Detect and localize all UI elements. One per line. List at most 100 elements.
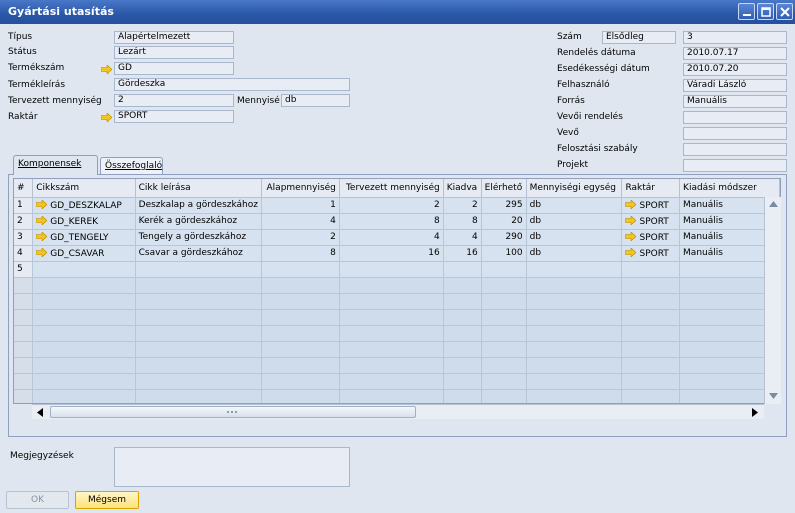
- mennyisegi-egyseg-field[interactable]: db: [281, 94, 350, 107]
- link-arrow-icon[interactable]: [101, 113, 112, 122]
- kiadva-cell[interactable]: [443, 261, 482, 278]
- vevo-field[interactable]: [683, 127, 787, 140]
- column-header-alapmennyiseg[interactable]: Alapmennyiség: [261, 179, 340, 198]
- ok-button[interactable]: OK: [6, 491, 69, 509]
- cikkszam-cell[interactable]: GD_TENGELY: [32, 229, 136, 246]
- tervezett-cell[interactable]: [339, 261, 444, 278]
- column-header-num[interactable]: #: [14, 179, 34, 198]
- link-arrow-icon[interactable]: [101, 65, 112, 74]
- forras-field[interactable]: Manuális: [683, 95, 787, 108]
- column-header-kiadva[interactable]: Kiadva: [443, 179, 482, 198]
- esedekessegi-datum-field[interactable]: 2010.07.20: [683, 63, 787, 76]
- link-arrow-icon[interactable]: [625, 231, 637, 241]
- elerheto-cell[interactable]: 295: [481, 197, 527, 214]
- tab-osszefoglalo[interactable]: Összefoglaló: [100, 157, 163, 175]
- egyseg-cell[interactable]: db: [526, 197, 623, 214]
- egyseg-cell[interactable]: db: [526, 213, 623, 230]
- tab-komponensek[interactable]: Komponensek: [13, 155, 98, 175]
- cikkszam-cell[interactable]: GD_KEREK: [32, 213, 136, 230]
- row-number[interactable]: 4: [14, 245, 34, 262]
- kiadva-cell[interactable]: 4: [443, 229, 482, 246]
- tervezett-cell[interactable]: 8: [339, 213, 444, 230]
- raktar-cell[interactable]: SPORT: [621, 197, 681, 214]
- termekszam-field[interactable]: GD: [114, 62, 234, 75]
- alapmennyiseg-cell[interactable]: [261, 261, 340, 278]
- szam-field[interactable]: 3: [683, 31, 787, 44]
- tervezett-cell[interactable]: 2: [339, 197, 444, 214]
- column-header-elerheto[interactable]: Elérhető: [481, 179, 527, 198]
- egyseg-cell[interactable]: db: [526, 229, 623, 246]
- table-row-empty[interactable]: [14, 341, 780, 358]
- felosztasi-szabaly-field[interactable]: [683, 143, 787, 156]
- raktar-cell[interactable]: SPORT: [621, 245, 681, 262]
- scroll-up-icon[interactable]: [769, 201, 778, 207]
- status-field[interactable]: Lezárt: [114, 46, 234, 59]
- alapmennyiseg-cell[interactable]: 4: [261, 213, 340, 230]
- tervezett-mennyiseg-field[interactable]: 2: [114, 94, 234, 107]
- row-number[interactable]: 1: [14, 197, 34, 214]
- cancel-button[interactable]: Mégsem: [75, 491, 139, 509]
- tervezett-cell[interactable]: 16: [339, 245, 444, 262]
- link-arrow-icon[interactable]: [625, 247, 637, 257]
- leiras-cell[interactable]: Kerék a gördeszkához: [135, 213, 262, 230]
- elerheto-cell[interactable]: 290: [481, 229, 527, 246]
- scroll-right-icon[interactable]: [752, 408, 758, 417]
- tervezett-cell[interactable]: 4: [339, 229, 444, 246]
- elerheto-cell[interactable]: 20: [481, 213, 527, 230]
- table-row-empty[interactable]: [14, 309, 780, 326]
- column-header-cikk-leirasa[interactable]: Cikk leírása: [135, 179, 262, 198]
- minimize-button[interactable]: [738, 3, 755, 20]
- cikkszam-cell[interactable]: GD_CSAVAR: [32, 245, 136, 262]
- termekleiras-field[interactable]: Gördeszka: [114, 78, 350, 91]
- table-row-empty[interactable]: [14, 389, 780, 403]
- table-row[interactable]: 4 GD_CSAVAR Csavar a gördeszkához 8 16 1…: [14, 245, 780, 262]
- table-row[interactable]: 3 GD_TENGELY Tengely a gördeszkához 2 4 …: [14, 229, 780, 246]
- alapmennyiseg-cell[interactable]: 2: [261, 229, 340, 246]
- horizontal-scrollbar[interactable]: [32, 404, 764, 419]
- link-arrow-icon[interactable]: [36, 199, 48, 209]
- table-row[interactable]: 1 GD_DESZKALAP Deszkalap a gördeszkához …: [14, 197, 780, 214]
- table-row-empty[interactable]: [14, 277, 780, 294]
- row-number[interactable]: 5: [14, 261, 34, 278]
- column-header-tervezett-mennyiseg[interactable]: Tervezett mennyiség: [339, 179, 444, 198]
- felhasznalo-field[interactable]: Váradi László: [683, 79, 787, 92]
- megjegyzesek-field[interactable]: [114, 447, 350, 487]
- alapmennyiseg-cell[interactable]: 1: [261, 197, 340, 214]
- cikkszam-cell[interactable]: [32, 261, 136, 278]
- column-header-cikkszam[interactable]: Cikkszám: [32, 179, 136, 198]
- table-row-empty[interactable]: [14, 373, 780, 390]
- link-arrow-icon[interactable]: [36, 231, 48, 241]
- egyseg-cell[interactable]: [526, 261, 623, 278]
- cikkszam-cell[interactable]: GD_DESZKALAP: [32, 197, 136, 214]
- kiadva-cell[interactable]: 8: [443, 213, 482, 230]
- leiras-cell[interactable]: Csavar a gördeszkához: [135, 245, 262, 262]
- raktar-cell[interactable]: SPORT: [621, 213, 681, 230]
- projekt-field[interactable]: [683, 159, 787, 172]
- vertical-scrollbar[interactable]: [764, 197, 781, 404]
- column-header-mennyisegi-egyseg[interactable]: Mennyiségi egység: [526, 179, 623, 198]
- elerheto-cell[interactable]: [481, 261, 527, 278]
- table-row[interactable]: 5: [14, 261, 780, 278]
- egyseg-cell[interactable]: db: [526, 245, 623, 262]
- vevoi-rendeles-field[interactable]: [683, 111, 787, 124]
- leiras-cell[interactable]: Deszkalap a gördeszkához: [135, 197, 262, 214]
- link-arrow-icon[interactable]: [36, 215, 48, 225]
- maximize-button[interactable]: [757, 3, 774, 20]
- table-row-empty[interactable]: [14, 357, 780, 374]
- raktar-field[interactable]: SPORT: [114, 110, 234, 123]
- link-arrow-icon[interactable]: [36, 247, 48, 257]
- column-header-kiadasi-modszer[interactable]: Kiadási módszer: [679, 179, 780, 198]
- raktar-cell[interactable]: [621, 261, 681, 278]
- scroll-down-icon[interactable]: [769, 393, 778, 399]
- szam-series-field[interactable]: Elsődleg: [602, 31, 676, 44]
- column-header-raktar[interactable]: Raktár: [621, 179, 681, 198]
- kiadva-cell[interactable]: 16: [443, 245, 482, 262]
- table-row[interactable]: 2 GD_KEREK Kerék a gördeszkához 4 8 8 20…: [14, 213, 780, 230]
- tipus-field[interactable]: Alapértelmezett: [114, 31, 234, 44]
- kiadva-cell[interactable]: 2: [443, 197, 482, 214]
- table-row-empty[interactable]: [14, 293, 780, 310]
- elerheto-cell[interactable]: 100: [481, 245, 527, 262]
- link-arrow-icon[interactable]: [625, 215, 637, 225]
- link-arrow-icon[interactable]: [625, 199, 637, 209]
- leiras-cell[interactable]: [135, 261, 262, 278]
